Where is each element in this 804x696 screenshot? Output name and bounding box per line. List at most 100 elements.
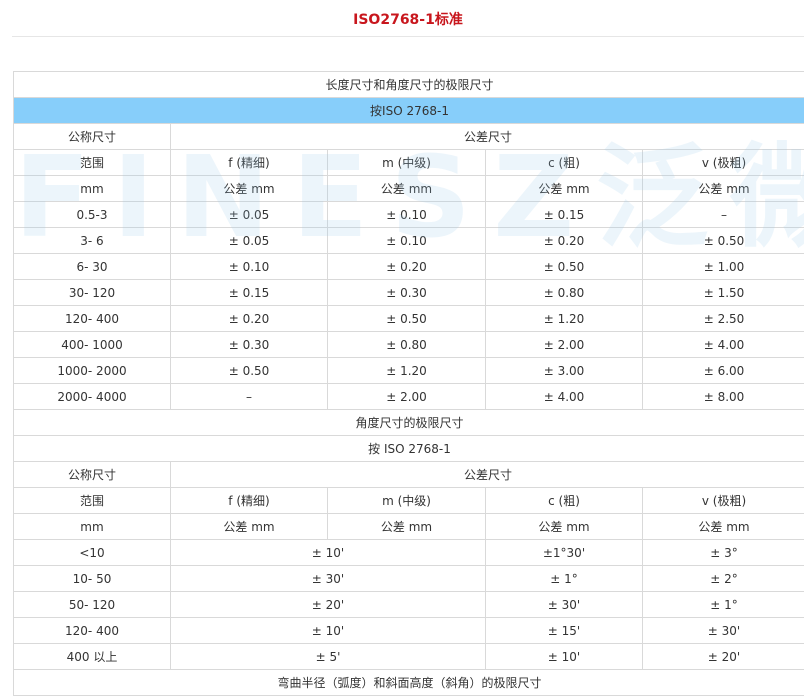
table-row: 2000- 4000 – ± 2.00 ± 4.00 ± 8.00 xyxy=(14,384,804,410)
table-cell: ± 15' xyxy=(486,618,643,644)
table-cell: ± 2° xyxy=(643,566,804,592)
table-cell: 50- 120 xyxy=(14,592,171,618)
linear-unit-range: mm xyxy=(14,176,171,202)
table-cell: ± 20' xyxy=(171,592,486,618)
angular-nominal-header: 公称尺寸 xyxy=(14,462,171,488)
table-cell: ± 10' xyxy=(171,540,486,566)
table-cell: ± 10' xyxy=(486,644,643,670)
table-row: 400- 1000 ± 0.30 ± 0.80 ± 2.00 ± 4.00 xyxy=(14,332,804,358)
table-cell: ± 4.00 xyxy=(643,332,804,358)
table-cell: ± 1.00 xyxy=(643,254,804,280)
linear-unit-f: 公差 mm xyxy=(171,176,328,202)
table-cell: 3- 6 xyxy=(14,228,171,254)
table-row: 6- 30 ± 0.10 ± 0.20 ± 0.50 ± 1.00 xyxy=(14,254,804,280)
table-cell: 120- 400 xyxy=(14,306,171,332)
angular-class-range: 范围 xyxy=(14,488,171,514)
table-cell: ± 0.10 xyxy=(328,202,486,228)
table-cell: ± 0.20 xyxy=(486,228,643,254)
table-cell: ± 0.80 xyxy=(328,332,486,358)
table-cell: ± 0.10 xyxy=(328,228,486,254)
linear-nominal-header: 公称尺寸 xyxy=(14,124,171,150)
table-cell: ± 0.15 xyxy=(171,280,328,306)
table-cell: ± 0.50 xyxy=(643,228,804,254)
table-cell: ± 5' xyxy=(171,644,486,670)
table-cell: ± 2.00 xyxy=(328,384,486,410)
tolerance-table: 长度尺寸和角度尺寸的极限尺寸 按ISO 2768-1 公称尺寸 公差尺寸 范围 … xyxy=(13,71,804,696)
table-cell: ± 0.50 xyxy=(486,254,643,280)
table-row: 120- 400 ± 10' ± 15' ± 30' xyxy=(14,618,804,644)
table-cell: ±1°30' xyxy=(486,540,643,566)
table-cell: ± 6.00 xyxy=(643,358,804,384)
table-cell: 120- 400 xyxy=(14,618,171,644)
angular-unit-v: 公差 mm xyxy=(643,514,804,540)
table-cell: – xyxy=(643,202,804,228)
table-cell: ± 0.10 xyxy=(171,254,328,280)
table-cell: 400- 1000 xyxy=(14,332,171,358)
linear-class-f: f (精细) xyxy=(171,150,328,176)
table-cell: ± 1° xyxy=(643,592,804,618)
table-row: 120- 400 ± 0.20 ± 0.50 ± 1.20 ± 2.50 xyxy=(14,306,804,332)
table-cell: 10- 50 xyxy=(14,566,171,592)
angular-heading: 角度尺寸的极限尺寸 xyxy=(14,410,804,436)
linear-unit-c: 公差 mm xyxy=(486,176,643,202)
angular-unit-range: mm xyxy=(14,514,171,540)
table-cell: ± 2.00 xyxy=(486,332,643,358)
table-row: 0.5-3 ± 0.05 ± 0.10 ± 0.15 – xyxy=(14,202,804,228)
table-cell: 400 以上 xyxy=(14,644,171,670)
angular-class-v: v (极粗) xyxy=(643,488,804,514)
linear-class-range: 范围 xyxy=(14,150,171,176)
angular-standard: 按 ISO 2768-1 xyxy=(14,436,804,462)
bend-heading: 弯曲半径（弧度）和斜面高度（斜角）的极限尺寸 xyxy=(14,670,804,696)
table-cell: ± 30' xyxy=(486,592,643,618)
table-cell: ± 4.00 xyxy=(486,384,643,410)
angular-class-c: c (粗) xyxy=(486,488,643,514)
table-cell: ± 0.50 xyxy=(171,358,328,384)
table-cell: ± 0.20 xyxy=(328,254,486,280)
table-cell: <10 xyxy=(14,540,171,566)
table-row: 10- 50 ± 30' ± 1° ± 2° xyxy=(14,566,804,592)
linear-class-v: v (极粗) xyxy=(643,150,804,176)
linear-tolerance-header: 公差尺寸 xyxy=(171,124,804,150)
table-row: <10 ± 10' ±1°30' ± 3° xyxy=(14,540,804,566)
table-cell: ± 30' xyxy=(643,618,804,644)
table-cell: ± 20' xyxy=(643,644,804,670)
angular-unit-f: 公差 mm xyxy=(171,514,328,540)
table-cell: ± 2.50 xyxy=(643,306,804,332)
table-cell: ± 0.15 xyxy=(486,202,643,228)
angular-class-f: f (精细) xyxy=(171,488,328,514)
table-cell: ± 8.00 xyxy=(643,384,804,410)
angular-tolerance-header: 公差尺寸 xyxy=(171,462,804,488)
table-row: 1000- 2000 ± 0.50 ± 1.20 ± 3.00 ± 6.00 xyxy=(14,358,804,384)
page-title: ISO2768-1标准 xyxy=(12,0,804,37)
table-cell: ± 10' xyxy=(171,618,486,644)
table-cell: 2000- 4000 xyxy=(14,384,171,410)
table-row: 30- 120 ± 0.15 ± 0.30 ± 0.80 ± 1.50 xyxy=(14,280,804,306)
table-cell: ± 1.20 xyxy=(328,358,486,384)
table-row: 3- 6 ± 0.05 ± 0.10 ± 0.20 ± 0.50 xyxy=(14,228,804,254)
table-cell: ± 3.00 xyxy=(486,358,643,384)
table-cell: ± 30' xyxy=(171,566,486,592)
linear-standard: 按ISO 2768-1 xyxy=(14,98,804,124)
table-cell: 1000- 2000 xyxy=(14,358,171,384)
table-cell: ± 0.30 xyxy=(171,332,328,358)
angular-unit-c: 公差 mm xyxy=(486,514,643,540)
table-cell: ± 0.30 xyxy=(328,280,486,306)
table-row: 50- 120 ± 20' ± 30' ± 1° xyxy=(14,592,804,618)
linear-heading: 长度尺寸和角度尺寸的极限尺寸 xyxy=(14,72,804,98)
table-cell: 0.5-3 xyxy=(14,202,171,228)
table-cell: ± 0.20 xyxy=(171,306,328,332)
table-cell: ± 1.50 xyxy=(643,280,804,306)
table-cell: ± 0.80 xyxy=(486,280,643,306)
table-row: 400 以上 ± 5' ± 10' ± 20' xyxy=(14,644,804,670)
table-cell: ± 1° xyxy=(486,566,643,592)
linear-class-c: c (粗) xyxy=(486,150,643,176)
angular-unit-m: 公差 mm xyxy=(328,514,486,540)
table-cell: ± 0.05 xyxy=(171,202,328,228)
table-cell: ± 0.05 xyxy=(171,228,328,254)
table-cell: ± 0.50 xyxy=(328,306,486,332)
table-cell: – xyxy=(171,384,328,410)
linear-unit-m: 公差 mm xyxy=(328,176,486,202)
table-cell: 6- 30 xyxy=(14,254,171,280)
table-cell: 30- 120 xyxy=(14,280,171,306)
linear-unit-v: 公差 mm xyxy=(643,176,804,202)
